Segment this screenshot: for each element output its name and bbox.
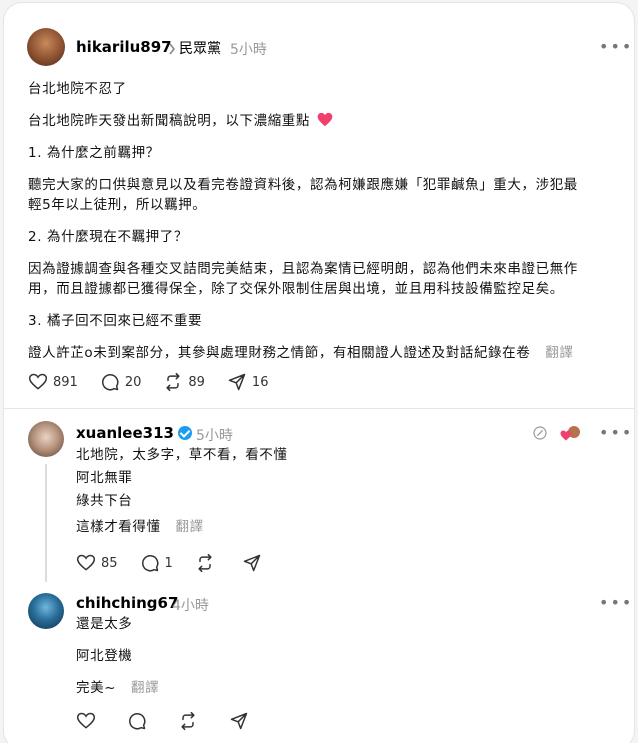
- reply-text-line: 完美~ 翻譯: [76, 677, 159, 700]
- post-text: 用，而且證據都已獲得保全，除了交保外限制住居與出境，並且用科技設備監控足矣。: [28, 281, 564, 297]
- reply-text-line: 阿北登機: [76, 648, 133, 664]
- avatar[interactable]: [28, 421, 64, 457]
- share-icon: [228, 373, 246, 391]
- reply-actions: [76, 711, 276, 731]
- more-icon[interactable]: •••: [599, 423, 633, 442]
- share-icon: [243, 554, 261, 572]
- translate-link[interactable]: 翻譯: [131, 680, 159, 696]
- reply-text-line: 這樣才看得懂 翻譯: [76, 516, 204, 539]
- reply-text-line: 還是太多: [76, 616, 133, 632]
- post-text-line: 證人許芷o未到案部分，其參與處理財務之情節，有相關證人證述及對話紀錄在卷: [28, 345, 531, 361]
- more-icon[interactable]: •••: [599, 593, 633, 612]
- repost-count: 89: [188, 374, 205, 390]
- comment-count: 1: [164, 555, 173, 571]
- post-text-line: 台北地院昨天發出新聞稿說明，以下濃縮重點: [28, 113, 310, 129]
- reply-username-text: xuanlee313: [76, 424, 174, 442]
- avatar[interactable]: [28, 593, 64, 629]
- reply-username[interactable]: xuanlee313: [76, 424, 192, 442]
- post-actions: 891 20 89 16: [28, 372, 290, 392]
- post-text: 台北地院不忍了: [28, 81, 127, 97]
- heart-icon: [76, 554, 96, 571]
- like-button[interactable]: 85: [76, 553, 118, 573]
- repost-button[interactable]: [195, 553, 220, 573]
- repost-icon: [166, 372, 180, 392]
- share-count: 16: [251, 374, 269, 390]
- repost-icon: [181, 711, 195, 731]
- like-count: 891: [53, 374, 78, 390]
- reply-text-extra: 這樣才看得懂: [76, 519, 161, 535]
- post-text: 因為證據調查與各種交叉詰問完美結束，且認為案情已經明朗，認為他們未來串證已無作: [28, 261, 578, 277]
- like-button[interactable]: [76, 711, 101, 731]
- comment-button[interactable]: [127, 711, 152, 731]
- community-name[interactable]: 民眾黨: [179, 38, 221, 58]
- comment-icon: [101, 374, 119, 391]
- translate-link[interactable]: 翻譯: [545, 345, 573, 361]
- thread-line: [45, 464, 47, 582]
- reply-username[interactable]: chihching67: [76, 594, 178, 612]
- repost-button[interactable]: 89: [163, 372, 205, 392]
- liked-by-avatar: [560, 424, 582, 444]
- post-text: 聽完大家的口供與意見以及看完卷證資料後，認為柯嫌跟應嫌「犯罪鹹魚」重大，涉犯最: [28, 177, 578, 193]
- reply-text-extra: 完美~: [76, 680, 117, 696]
- heart-icon: [560, 430, 572, 441]
- share-button[interactable]: [242, 553, 267, 573]
- like-count: 85: [101, 555, 118, 571]
- verified-badge-icon: [177, 426, 192, 440]
- chevron-right-icon: [169, 43, 176, 55]
- comment-icon: [141, 555, 159, 572]
- like-button[interactable]: 891: [28, 372, 78, 392]
- share-button[interactable]: 16: [227, 372, 269, 392]
- heart-icon: [76, 712, 96, 729]
- share-icon: [230, 712, 248, 730]
- comment-button[interactable]: 1: [140, 553, 173, 573]
- post-time: 5小時: [230, 42, 267, 58]
- avatar[interactable]: [27, 28, 65, 66]
- divider: [4, 408, 634, 409]
- repost-button[interactable]: [178, 711, 203, 731]
- translate-link[interactable]: 翻譯: [176, 519, 204, 535]
- post-text: 證人許芷o未到案部分，其參與處理財務之情節，有相關證人證述及對話紀錄在卷 翻譯: [28, 343, 573, 363]
- comment-icon: [129, 713, 146, 730]
- reply-time: 5小時: [196, 428, 233, 444]
- thread-card: hikarilu897 民眾黨 5小時 ••• 台北地院不忍了 台北地院昨天發出…: [4, 3, 634, 743]
- post-username[interactable]: hikarilu897: [76, 38, 172, 56]
- post-text: 1. 為什麼之前羈押？: [28, 145, 160, 161]
- quote-icon[interactable]: [532, 425, 548, 441]
- heart-emoji-icon: [317, 112, 333, 127]
- reply-actions: 85 1: [76, 553, 289, 573]
- repost-icon: [198, 553, 212, 573]
- post-text: 台北地院昨天發出新聞稿說明，以下濃縮重點: [28, 111, 333, 131]
- post-text: 2. 為什麼現在不羈押了？: [28, 229, 188, 245]
- heart-icon: [28, 373, 48, 390]
- post-text: 輕5年以上徒刑，所以羈押。: [28, 197, 207, 213]
- reply-text-line: 綠共下台: [76, 493, 133, 509]
- share-button[interactable]: [229, 711, 254, 731]
- reply-text-line: 北地院，太多字，草不看，看不懂: [76, 447, 288, 463]
- reply-time: 4小時: [172, 598, 209, 614]
- comment-button[interactable]: 20: [100, 372, 142, 392]
- post-text: 3. 橘子回不回來已經不重要: [28, 313, 203, 329]
- comment-count: 20: [124, 374, 142, 390]
- reply-text-line: 阿北無罪: [76, 470, 133, 486]
- more-icon[interactable]: •••: [599, 37, 633, 56]
